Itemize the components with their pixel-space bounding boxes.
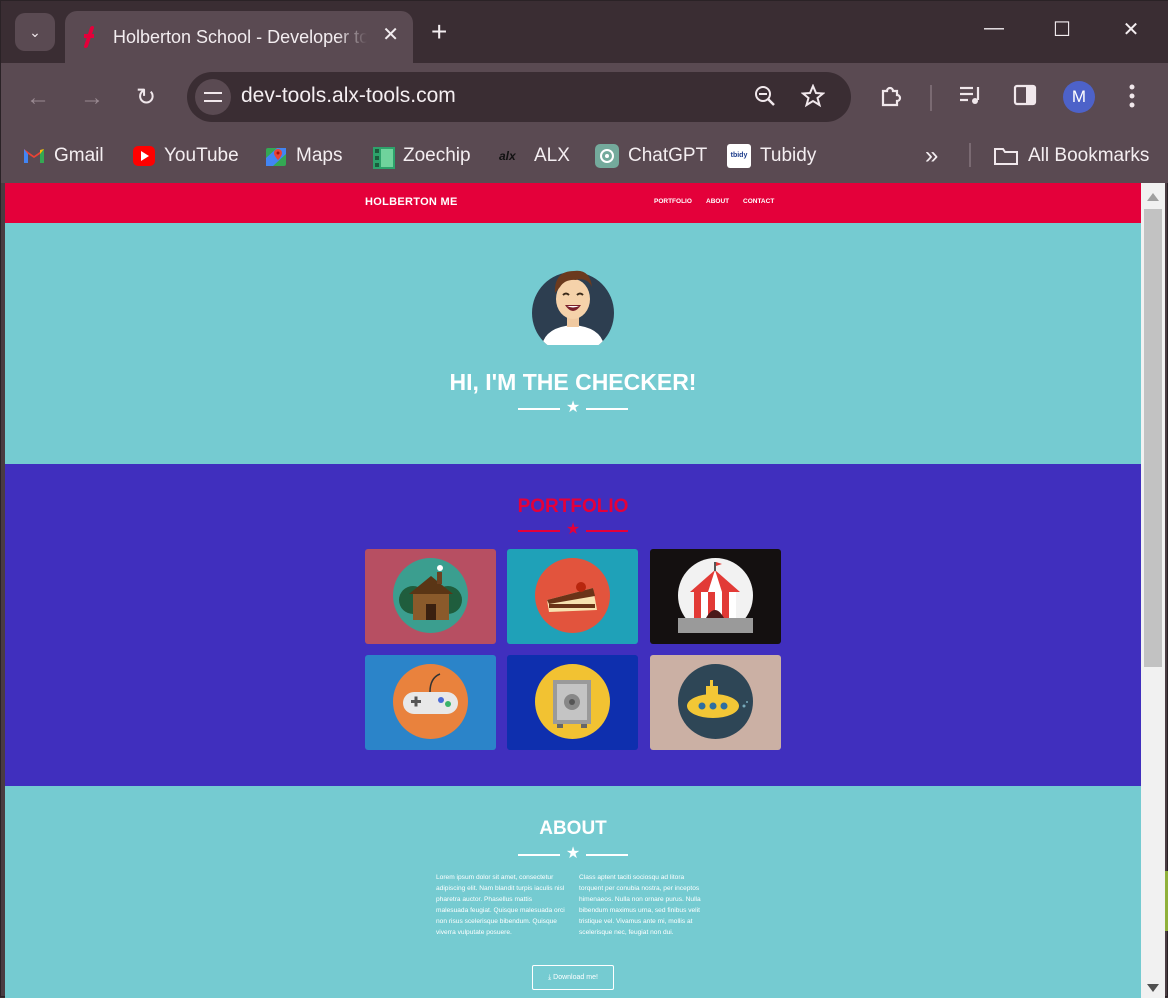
browser-window: ⌄ Holberton School - Developer tools ✕ +…	[0, 0, 1168, 998]
menu-icon[interactable]	[1126, 83, 1138, 115]
cake-icon	[535, 558, 610, 633]
about-text-left: Lorem ipsum dolor sit amet, consectetur …	[436, 874, 565, 936]
forward-icon[interactable]: →	[77, 83, 107, 113]
close-tab-icon[interactable]: ✕	[382, 25, 399, 45]
about-title: ABOUT	[539, 818, 607, 839]
download-label: Download me!	[553, 974, 598, 981]
hero-section: HI, I'M THE CHECKER! ★	[5, 223, 1141, 464]
bookmark-label: Gmail	[54, 145, 104, 166]
portfolio-item-cabin[interactable]	[365, 549, 496, 644]
bookmark-zoechip[interactable]: Zoechip	[372, 141, 471, 171]
all-bookmarks-label: All Bookmarks	[1028, 145, 1150, 166]
bookmarks-overflow-icon[interactable]: »	[925, 141, 938, 171]
nav-link-portfolio[interactable]: PORTFOLIO	[654, 198, 692, 205]
chatgpt-icon	[595, 144, 619, 168]
download-icon: ⤓	[548, 974, 552, 981]
profile-avatar-image	[532, 263, 614, 354]
portfolio-section: PORTFOLIO ★	[5, 464, 1141, 786]
back-icon[interactable]: ←	[23, 83, 53, 113]
tab-search-icon[interactable]: ⌄	[15, 13, 55, 51]
bookmark-label: ChatGPT	[628, 145, 708, 166]
bookmark-gmail[interactable]: Gmail	[23, 141, 104, 171]
minimize-icon[interactable]: —	[979, 17, 1009, 40]
portfolio-divider: ★	[518, 521, 628, 538]
close-icon[interactable]: ✕	[1116, 17, 1146, 42]
game-controller-icon	[393, 664, 468, 739]
bookmark-label: Zoechip	[403, 145, 471, 166]
zoechip-icon	[372, 146, 395, 169]
media-icon[interactable]	[958, 83, 984, 113]
url-text[interactable]: dev-tools.alx-tools.com	[241, 84, 456, 108]
profile-avatar[interactable]: M	[1063, 81, 1095, 113]
hero-divider: ★	[518, 399, 628, 416]
about-text-right: Class aptent taciti sociosqu ad litora t…	[579, 874, 701, 936]
tubidy-logo-icon: tbidy	[727, 144, 751, 168]
reload-icon[interactable]: ↻	[131, 83, 161, 113]
site-info-icon[interactable]	[195, 79, 231, 115]
alx-logo-icon: alx	[499, 149, 516, 163]
cabin-icon	[393, 558, 468, 633]
bookmark-label: ALX	[534, 145, 570, 166]
bookmark-label: YouTube	[164, 145, 239, 166]
portfolio-item-cake[interactable]	[507, 549, 638, 644]
scroll-down-icon[interactable]	[1147, 984, 1159, 992]
nav-link-contact[interactable]: CONTACT	[743, 198, 774, 205]
portfolio-item-game-controller[interactable]	[365, 655, 496, 750]
page-viewport[interactable]: HOLBERTON ME PORTFOLIO ABOUT CONTACT HI,…	[5, 183, 1141, 998]
about-divider: ★	[518, 845, 628, 862]
star-icon: ★	[565, 399, 581, 416]
portfolio-item-submarine[interactable]	[650, 655, 781, 750]
bookmarks-bar: Gmail YouTube Maps Zoechip alx ALX ChatG…	[1, 133, 1168, 183]
bookmark-chatgpt[interactable]: ChatGPT	[595, 141, 707, 171]
bookmark-alx[interactable]: alx ALX	[499, 141, 570, 171]
maps-icon	[265, 146, 287, 166]
portfolio-item-circus[interactable]	[650, 549, 781, 644]
hero-title: HI, I'M THE CHECKER!	[449, 369, 697, 395]
tab-title: Holberton School - Developer tools	[113, 26, 367, 47]
portfolio-item-safe[interactable]	[507, 655, 638, 750]
scroll-up-icon[interactable]	[1147, 193, 1159, 201]
folder-icon	[993, 146, 1019, 166]
address-bar[interactable]: dev-tools.alx-tools.com	[187, 72, 851, 122]
scroll-thumb[interactable]	[1144, 209, 1162, 667]
new-tab-button[interactable]: +	[431, 17, 447, 47]
extensions-icon[interactable]	[878, 83, 904, 115]
all-bookmarks-button[interactable]: All Bookmarks	[993, 141, 1149, 171]
maximize-icon[interactable]: ☐	[1047, 17, 1077, 42]
toolbar: ← → ↻ dev-tools.alx-tools.com M	[1, 63, 1168, 133]
portfolio-title: PORTFOLIO	[517, 496, 629, 517]
bookmarks-separator	[969, 143, 971, 167]
page-scrollbar[interactable]	[1141, 183, 1165, 998]
star-icon[interactable]	[800, 83, 826, 114]
bookmark-maps[interactable]: Maps	[265, 141, 342, 171]
site-navbar: HOLBERTON ME PORTFOLIO ABOUT CONTACT	[5, 183, 1141, 223]
active-tab[interactable]: Holberton School - Developer tools ✕	[65, 11, 413, 63]
side-panel-icon[interactable]	[1013, 83, 1037, 113]
zoom-icon[interactable]	[753, 84, 777, 114]
youtube-icon	[133, 146, 155, 166]
toolbar-separator	[930, 85, 932, 111]
download-button[interactable]: ⤓ Download me!	[532, 965, 614, 990]
star-icon: ★	[565, 521, 581, 538]
bookmark-label: Tubidy	[760, 145, 817, 166]
star-icon: ★	[565, 845, 581, 862]
safe-icon	[535, 664, 610, 739]
site-brand[interactable]: HOLBERTON ME	[365, 196, 458, 208]
bookmark-label: Maps	[296, 145, 343, 166]
nav-link-about[interactable]: ABOUT	[706, 198, 729, 205]
bookmark-tubidy[interactable]: tbidy Tubidy	[727, 141, 816, 171]
about-section: ABOUT ★ Lorem ipsum dolor sit amet, cons…	[5, 786, 1141, 998]
gmail-icon	[23, 146, 45, 166]
tab-strip: ⌄ Holberton School - Developer tools ✕ +…	[1, 1, 1168, 63]
circus-icon	[678, 558, 753, 633]
submarine-icon	[678, 664, 753, 739]
holberton-favicon-icon	[83, 26, 97, 48]
bookmark-youtube[interactable]: YouTube	[133, 141, 239, 171]
